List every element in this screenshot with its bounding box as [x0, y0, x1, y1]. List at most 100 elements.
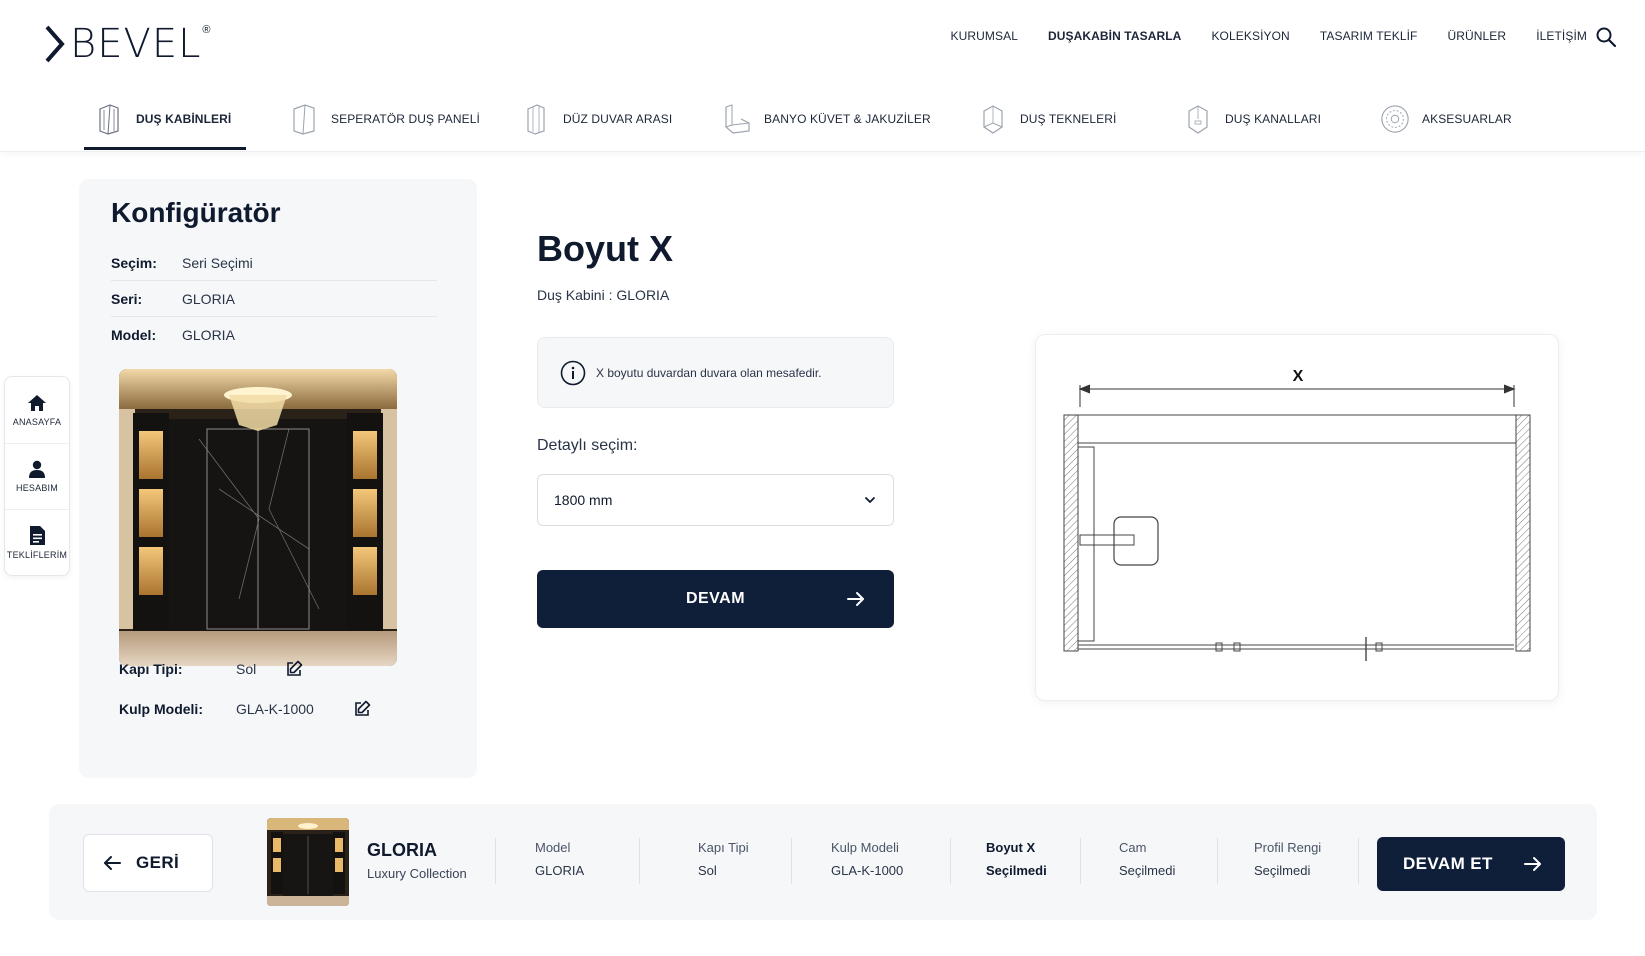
home-icon — [28, 394, 46, 411]
step-label: Boyut X — [986, 840, 1036, 855]
configurator-title: Konfigüratör — [111, 197, 281, 228]
step-cam[interactable]: Cam Seçilmedi — [1119, 840, 1175, 878]
category-label: AKSESUARLAR — [1422, 112, 1512, 126]
dimension-label-x: X — [1293, 368, 1304, 385]
step-kulp-modeli[interactable]: Kulp Modeli GLA-K-1000 — [831, 840, 903, 878]
configurator-panel: Konfigüratör Seçim: Seri Seçimi Seri: GL… — [79, 179, 477, 778]
top-navigation: KURUMSAL DUŞAKABİN TASARLA KOLEKSİYON TA… — [920, 26, 1587, 46]
category-dus-kabinleri[interactable]: DUŞ KABİNLERİ — [94, 86, 231, 152]
spec-key: Seçim: — [111, 254, 157, 271]
category-label: SEPERATÖR DUŞ PANELİ — [331, 112, 480, 126]
step-label: Model — [535, 840, 571, 855]
nav-iletisim[interactable]: İLETİŞİM — [1536, 26, 1587, 46]
step-divider — [950, 838, 951, 884]
size-select-value: 1800 mm — [554, 492, 613, 508]
user-icon — [29, 460, 45, 478]
continue-button[interactable]: DEVAM — [537, 570, 894, 628]
product-photo — [119, 369, 397, 666]
spec-value: Seri Seçimi — [182, 254, 253, 271]
category-label: DUŞ KABİNLERİ — [136, 112, 232, 126]
category-seperator-dus-paneli[interactable]: SEPERATÖR DUŞ PANELİ — [289, 86, 480, 152]
next-step-button[interactable]: DEVAM ET — [1377, 837, 1565, 891]
nav-tasarim-teklif[interactable]: TASARIM TEKLİF — [1320, 26, 1418, 46]
spec-row-model: Model: GLORIA — [111, 317, 437, 353]
step-value: Seçilmedi — [1119, 863, 1176, 878]
dimension-diagram: X — [1063, 368, 1531, 661]
category-label: BANYO KÜVET & JAKUZİLER — [764, 112, 931, 126]
continue-button-label: DEVAM — [685, 590, 746, 607]
category-label: DUŞ TEKNELERİ — [1020, 112, 1117, 126]
info-icon — [560, 360, 586, 385]
arrow-right-icon — [847, 592, 864, 606]
nav-kurumsal[interactable]: KURUMSAL — [950, 26, 1017, 46]
step-divider — [495, 838, 496, 884]
detail-selection-label: Detaylı seçim: — [537, 437, 638, 454]
edit-kapi-tipi-icon[interactable] — [285, 660, 303, 678]
option-value: Sol — [236, 661, 257, 677]
next-step-button-label: DEVAM ET — [1403, 854, 1493, 873]
category-aksesuarlar[interactable]: AKSESUARLAR — [1380, 86, 1512, 152]
back-button[interactable]: GERİ — [83, 834, 213, 892]
nav-koleksiyon[interactable]: KOLEKSİYON — [1211, 26, 1289, 46]
dimension-diagram-card: X — [1035, 334, 1559, 701]
spec-key: Model: — [111, 327, 157, 343]
step-kapi-tipi[interactable]: Kapı Tipi Sol — [698, 840, 749, 878]
dock-label: HESABIM — [16, 483, 58, 493]
spec-row-seri: Seri: GLORIA — [111, 281, 437, 317]
logo-registered-mark: ® — [202, 24, 211, 36]
category-dus-kanallari[interactable]: DUŞ KANALLARI — [1183, 86, 1321, 152]
info-text: X boyutu duvardan duvara olan mesafedir. — [596, 365, 822, 380]
option-row-kulp-modeli: Kulp Modeli: GLA-K-1000 — [119, 697, 314, 721]
dock-tekliflerim[interactable]: TEKLİFLERİM — [5, 509, 69, 575]
size-select[interactable]: 1800 mm — [537, 474, 894, 526]
configurator-footer: GERİ GLORIA Luxury Collection Model GLOR… — [49, 804, 1597, 920]
category-dus-tekneleri[interactable]: DUŞ TEKNELERİ — [978, 86, 1116, 152]
step-label: Kapı Tipi — [698, 840, 749, 855]
dock-label: ANASAYFA — [12, 416, 62, 427]
step-divider — [1080, 838, 1081, 884]
arrow-right-icon — [1524, 857, 1541, 871]
category-label: DUŞ KANALLARI — [1225, 112, 1321, 126]
step-label: Kulp Modeli — [831, 840, 899, 855]
arrow-left-icon — [104, 856, 121, 870]
accessories-icon — [1380, 102, 1410, 136]
search-icon[interactable] — [1595, 26, 1617, 48]
step-label: Cam — [1119, 840, 1147, 855]
step-value: Seçilmedi — [1254, 863, 1311, 878]
bevel-logo[interactable]: BEVEL ® — [44, 22, 211, 66]
category-bar: DUŞ KABİNLERİ SEPERATÖR DUŞ PANELİ DÜZ D… — [0, 86, 1645, 152]
product-thumbnail — [267, 818, 349, 906]
edit-kulp-modeli-icon[interactable] — [353, 700, 371, 718]
step-subtitle: Duş Kabini : GLORIA — [537, 287, 670, 303]
back-button-label: GERİ — [136, 853, 180, 872]
step-profil-rengi[interactable]: Profil Rengi Seçilmedi — [1254, 840, 1321, 878]
active-category-underline — [84, 147, 246, 150]
step-divider — [639, 838, 640, 884]
dock-hesabim[interactable]: HESABIM — [5, 443, 69, 509]
site-header: BEVEL ® KURUMSAL DUŞAKABİN TASARLA KOLEKS… — [0, 0, 1645, 80]
step-value: Sol — [698, 863, 717, 878]
step-divider — [791, 838, 792, 884]
nav-dusakabin-tasarla[interactable]: DUŞAKABİN TASARLA — [1048, 26, 1181, 46]
separator-panel-icon — [289, 102, 319, 136]
side-dock: ANASAYFA HESABIM TEKLİFLERİM — [4, 376, 70, 576]
dock-anasayfa[interactable]: ANASAYFA — [5, 377, 69, 443]
category-label: DÜZ DUVAR ARASI — [563, 112, 673, 126]
step-value: GLA-K-1000 — [831, 863, 904, 878]
info-box: X boyutu duvardan duvara olan mesafedir. — [537, 337, 894, 408]
bathtub-icon — [722, 102, 752, 136]
spec-row-secim: Seçim: Seri Seçimi — [111, 245, 437, 281]
spec-value: GLORIA — [182, 290, 235, 307]
step-model[interactable]: Model GLORIA — [535, 840, 584, 878]
step-title: Boyut X — [537, 228, 674, 269]
category-banyo-kuvet-jakuziler[interactable]: BANYO KÜVET & JAKUZİLER — [722, 86, 931, 152]
step-boyut-x[interactable]: Boyut X Seçilmedi — [986, 840, 1047, 878]
step-label: Profil Rengi — [1254, 840, 1322, 855]
category-duz-duvar-arasi[interactable]: DÜZ DUVAR ARASI — [521, 86, 672, 152]
nav-urunler[interactable]: ÜRÜNLER — [1447, 26, 1506, 46]
step-divider — [1217, 838, 1218, 884]
wall-to-wall-icon — [521, 102, 551, 136]
shower-tray-icon — [978, 102, 1008, 136]
shower-cabin-icon — [94, 102, 124, 136]
step-value: Seçilmedi — [986, 863, 1047, 878]
